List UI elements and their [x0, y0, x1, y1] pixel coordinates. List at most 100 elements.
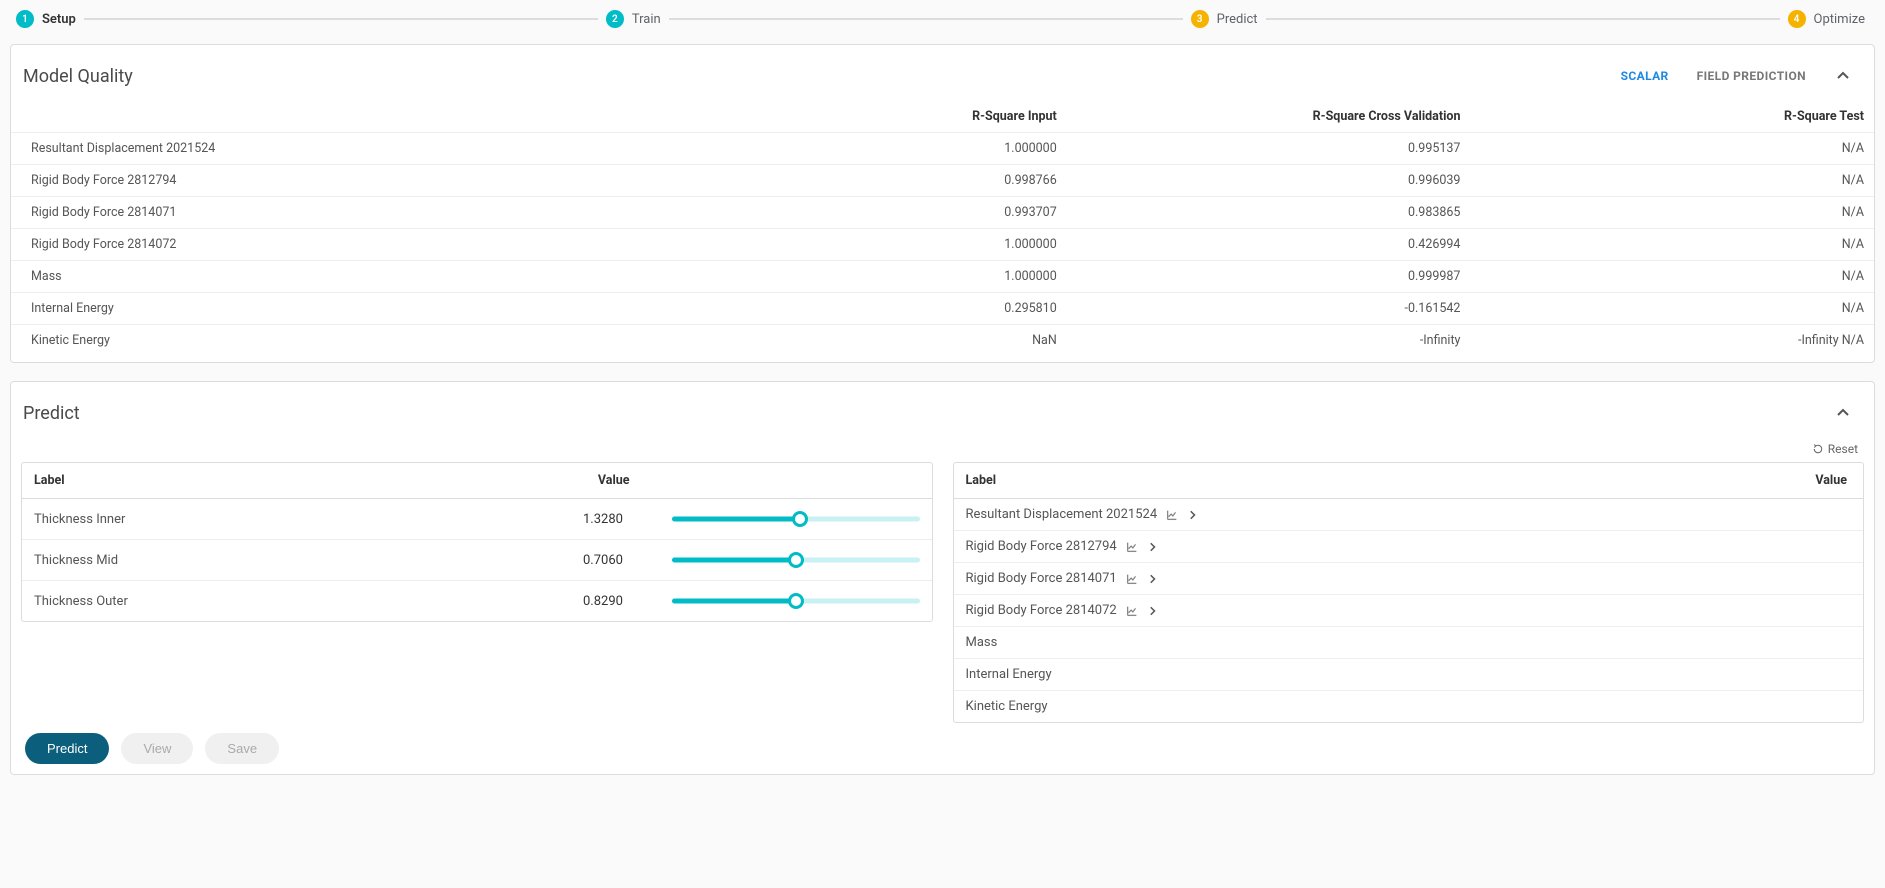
- step-circle: 3: [1191, 10, 1209, 28]
- output-label: Rigid Body Force 2812794: [966, 539, 1117, 554]
- collapse-model-quality[interactable]: [1828, 61, 1858, 91]
- view-button[interactable]: View: [121, 733, 193, 764]
- tab-scalar[interactable]: SCALAR: [1607, 63, 1683, 89]
- output-label: Mass: [966, 635, 998, 650]
- mq-col-rsq-cv: R-Square Cross Validation: [1067, 101, 1471, 133]
- outputs-col-value: Value: [1406, 463, 1863, 498]
- mq-cell-rsq-input: 0.295810: [663, 293, 1067, 325]
- chart-icon: [1165, 508, 1179, 522]
- input-label: Thickness Inner: [34, 512, 583, 527]
- collapse-predict[interactable]: [1828, 398, 1858, 428]
- reset-icon[interactable]: Reset: [1812, 442, 1858, 456]
- mq-cell-rsq-input: 1.000000: [663, 229, 1067, 261]
- output-row[interactable]: Rigid Body Force 2814071: [954, 563, 1864, 595]
- input-slider[interactable]: [672, 511, 920, 527]
- tab-field-prediction[interactable]: FIELD PREDICTION: [1683, 63, 1820, 89]
- chevron-right-icon: [1147, 573, 1159, 585]
- step-label: Setup: [42, 12, 76, 27]
- model-quality-panel: Model Quality SCALAR FIELD PREDICTION R-…: [10, 44, 1875, 363]
- predict-inputs-table: Label Value Thickness Inner1.3280Thickne…: [21, 462, 933, 622]
- input-label: Thickness Mid: [34, 553, 583, 568]
- mq-cell-name: Rigid Body Force 2814071: [11, 197, 663, 229]
- table-row: Kinetic EnergyNaN-Infinity-Infinity N/A: [11, 325, 1874, 357]
- output-label: Internal Energy: [966, 667, 1052, 682]
- step-train[interactable]: 2 Train: [606, 10, 661, 28]
- input-row: Thickness Inner1.3280: [22, 499, 932, 540]
- step-setup[interactable]: 1 Setup: [16, 10, 76, 28]
- input-row: Thickness Outer0.8290: [22, 581, 932, 621]
- mq-cell-rsq-input: 1.000000: [663, 133, 1067, 165]
- mq-cell-rsq-test: N/A: [1470, 293, 1874, 325]
- mq-cell-name: Resultant Displacement 2021524: [11, 133, 663, 165]
- table-row: Mass1.0000000.999987N/A: [11, 261, 1874, 293]
- mq-cell-name: Rigid Body Force 2814072: [11, 229, 663, 261]
- output-row: Mass: [954, 627, 1864, 659]
- mq-cell-rsq-cv: -Infinity: [1067, 325, 1471, 357]
- chevron-right-icon: [1147, 605, 1159, 617]
- chart-icon: [1125, 540, 1139, 554]
- mq-cell-rsq-input: NaN: [663, 325, 1067, 357]
- table-row: Resultant Displacement 20215241.0000000.…: [11, 133, 1874, 165]
- chart-icon: [1125, 572, 1139, 586]
- slider-thumb[interactable]: [792, 511, 808, 527]
- step-circle: 4: [1788, 10, 1806, 28]
- input-slider[interactable]: [672, 552, 920, 568]
- predict-button[interactable]: Predict: [25, 733, 109, 764]
- save-button[interactable]: Save: [205, 733, 279, 764]
- slider-thumb[interactable]: [788, 552, 804, 568]
- chevron-right-icon: [1187, 509, 1199, 521]
- step-label: Predict: [1217, 12, 1258, 27]
- mq-cell-rsq-cv: 0.999987: [1067, 261, 1471, 293]
- outputs-col-label: Label: [954, 463, 1407, 498]
- mq-cell-rsq-cv: 0.426994: [1067, 229, 1471, 261]
- inputs-col-label: Label: [22, 463, 586, 498]
- output-row[interactable]: Rigid Body Force 2812794: [954, 531, 1864, 563]
- predict-outputs-table: Label Value Resultant Displacement 20215…: [953, 462, 1865, 723]
- model-quality-table: R-Square Input R-Square Cross Validation…: [11, 101, 1874, 356]
- chevron-up-icon: [1835, 68, 1851, 84]
- input-row: Thickness Mid0.7060: [22, 540, 932, 581]
- mq-col-name: [11, 101, 663, 133]
- table-row: Rigid Body Force 28140721.0000000.426994…: [11, 229, 1874, 261]
- mq-cell-rsq-input: 1.000000: [663, 261, 1067, 293]
- output-label: Rigid Body Force 2814072: [966, 603, 1117, 618]
- input-value: 0.7060: [583, 553, 672, 568]
- chart-icon: [1125, 604, 1139, 618]
- model-quality-title: Model Quality: [23, 66, 133, 87]
- mq-cell-name: Internal Energy: [11, 293, 663, 325]
- mq-cell-name: Mass: [11, 261, 663, 293]
- table-row: Rigid Body Force 28140710.9937070.983865…: [11, 197, 1874, 229]
- stepper: 1 Setup 2 Train 3 Predict 4Optimize: [8, 4, 1877, 34]
- step-label: Train: [632, 12, 661, 27]
- reset-label: Reset: [1828, 442, 1858, 456]
- mq-cell-rsq-test: N/A: [1470, 197, 1874, 229]
- mq-cell-rsq-test: N/A: [1470, 133, 1874, 165]
- table-row: Rigid Body Force 28127940.9987660.996039…: [11, 165, 1874, 197]
- output-row[interactable]: Resultant Displacement 2021524: [954, 499, 1864, 531]
- mq-cell-rsq-cv: 0.995137: [1067, 133, 1471, 165]
- predict-title: Predict: [23, 403, 80, 424]
- input-value: 0.8290: [583, 594, 672, 609]
- slider-thumb[interactable]: [788, 593, 804, 609]
- step-optimize[interactable]: 4Optimize: [1788, 10, 1865, 28]
- table-row: Internal Energy0.295810-0.161542N/A: [11, 293, 1874, 325]
- mq-col-rsq-test: R-Square Test: [1470, 101, 1874, 133]
- mq-cell-rsq-cv: 0.983865: [1067, 197, 1471, 229]
- step-predict[interactable]: 3 Predict: [1191, 10, 1258, 28]
- output-row[interactable]: Rigid Body Force 2814072: [954, 595, 1864, 627]
- mq-cell-rsq-input: 0.998766: [663, 165, 1067, 197]
- mq-cell-name: Rigid Body Force 2812794: [11, 165, 663, 197]
- step-connector: [669, 18, 1183, 20]
- output-label: Kinetic Energy: [966, 699, 1048, 714]
- mq-cell-rsq-test: N/A: [1470, 165, 1874, 197]
- output-row: Internal Energy: [954, 659, 1864, 691]
- mq-col-rsq-input: R-Square Input: [663, 101, 1067, 133]
- output-row: Kinetic Energy: [954, 691, 1864, 722]
- step-connector: [84, 18, 598, 20]
- step-circle: 2: [606, 10, 624, 28]
- input-slider[interactable]: [672, 593, 920, 609]
- mq-cell-rsq-test: N/A: [1470, 229, 1874, 261]
- step-circle: 1: [16, 10, 34, 28]
- mq-cell-rsq-test: N/A: [1470, 261, 1874, 293]
- predict-panel: Predict Reset Label: [10, 381, 1875, 775]
